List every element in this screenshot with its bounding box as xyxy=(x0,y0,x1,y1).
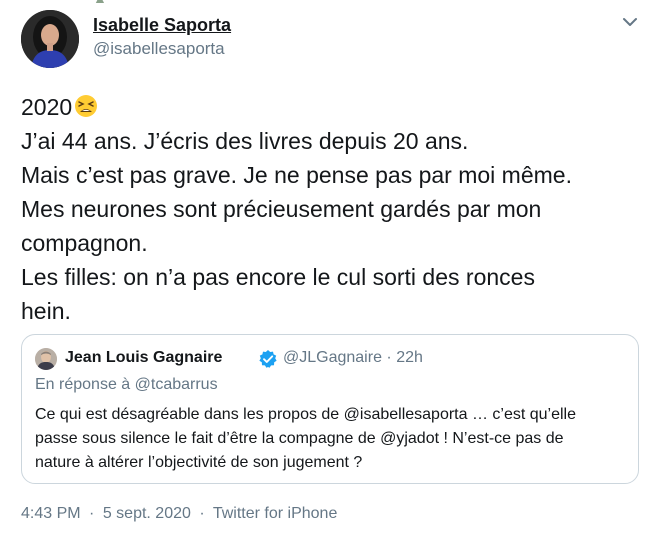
tweet-line: hein. xyxy=(21,298,71,324)
author-name[interactable]: Isabelle Saporta xyxy=(93,15,231,36)
footer-separator: · xyxy=(89,505,95,522)
avatar-image xyxy=(21,10,79,68)
chevron-down-icon[interactable] xyxy=(620,14,640,30)
quoted-author-handle: @JLGagnaire xyxy=(283,349,382,366)
quoted-text-line: Ce qui est désagréable dans les propos d… xyxy=(35,406,577,423)
tweet-line: J’ai 44 ans. J’écris des livres depuis 2… xyxy=(21,128,469,154)
quoted-avatar-image xyxy=(35,348,57,370)
tweet-line: Mes neurones sont précieusement gardés p… xyxy=(21,196,542,222)
tweet-footer: 4:43 PM · 5 sept. 2020 · Twitter for iPh… xyxy=(21,505,337,523)
quoted-text-line: nature à altérer l’objectivité de son ju… xyxy=(35,454,363,471)
quoted-author-avatar xyxy=(35,348,57,370)
tweet-text: 2020 J’ai 44 ans. J’écris des livres dep… xyxy=(21,90,646,328)
tweet-line: 2020 xyxy=(21,90,646,124)
tweet-time[interactable]: 4:43 PM xyxy=(21,505,81,522)
tired-face-emoji xyxy=(75,95,98,117)
quoted-meta: @JLGagnaire · 22h xyxy=(283,349,423,367)
footer-separator: · xyxy=(199,505,205,522)
author-handle[interactable]: @isabellesaporta xyxy=(93,39,225,59)
tweet-line: Les filles: on n’a pas encore le cul sor… xyxy=(21,264,535,290)
verified-badge-icon xyxy=(259,350,277,368)
quoted-author-name: Jean Louis Gagnaire xyxy=(65,349,223,366)
in-reply-to: En réponse à @tcabarrus xyxy=(35,376,218,393)
tweet-line: Mais c’est pas grave. Je ne pense pas pa… xyxy=(21,162,572,188)
tweet: Isabelle Saporta @isabellesaporta 2020 J… xyxy=(0,0,661,534)
tweet-date[interactable]: 5 sept. 2020 xyxy=(103,505,191,522)
quoted-text-line: passe sous silence le fait d’être la com… xyxy=(35,430,564,447)
meta-separator: · xyxy=(386,349,392,366)
tweet-line: compagnon. xyxy=(21,230,148,256)
tweet-source[interactable]: Twitter for iPhone xyxy=(213,505,338,522)
quoted-tweet-age: 22h xyxy=(396,349,423,366)
quoted-tweet[interactable]: Jean Louis Gagnaire @JLGagnaire · 22h En… xyxy=(21,334,639,484)
author-avatar[interactable] xyxy=(21,10,79,68)
quoted-tweet-text: Ce qui est désagréable dans les propos d… xyxy=(35,403,625,475)
